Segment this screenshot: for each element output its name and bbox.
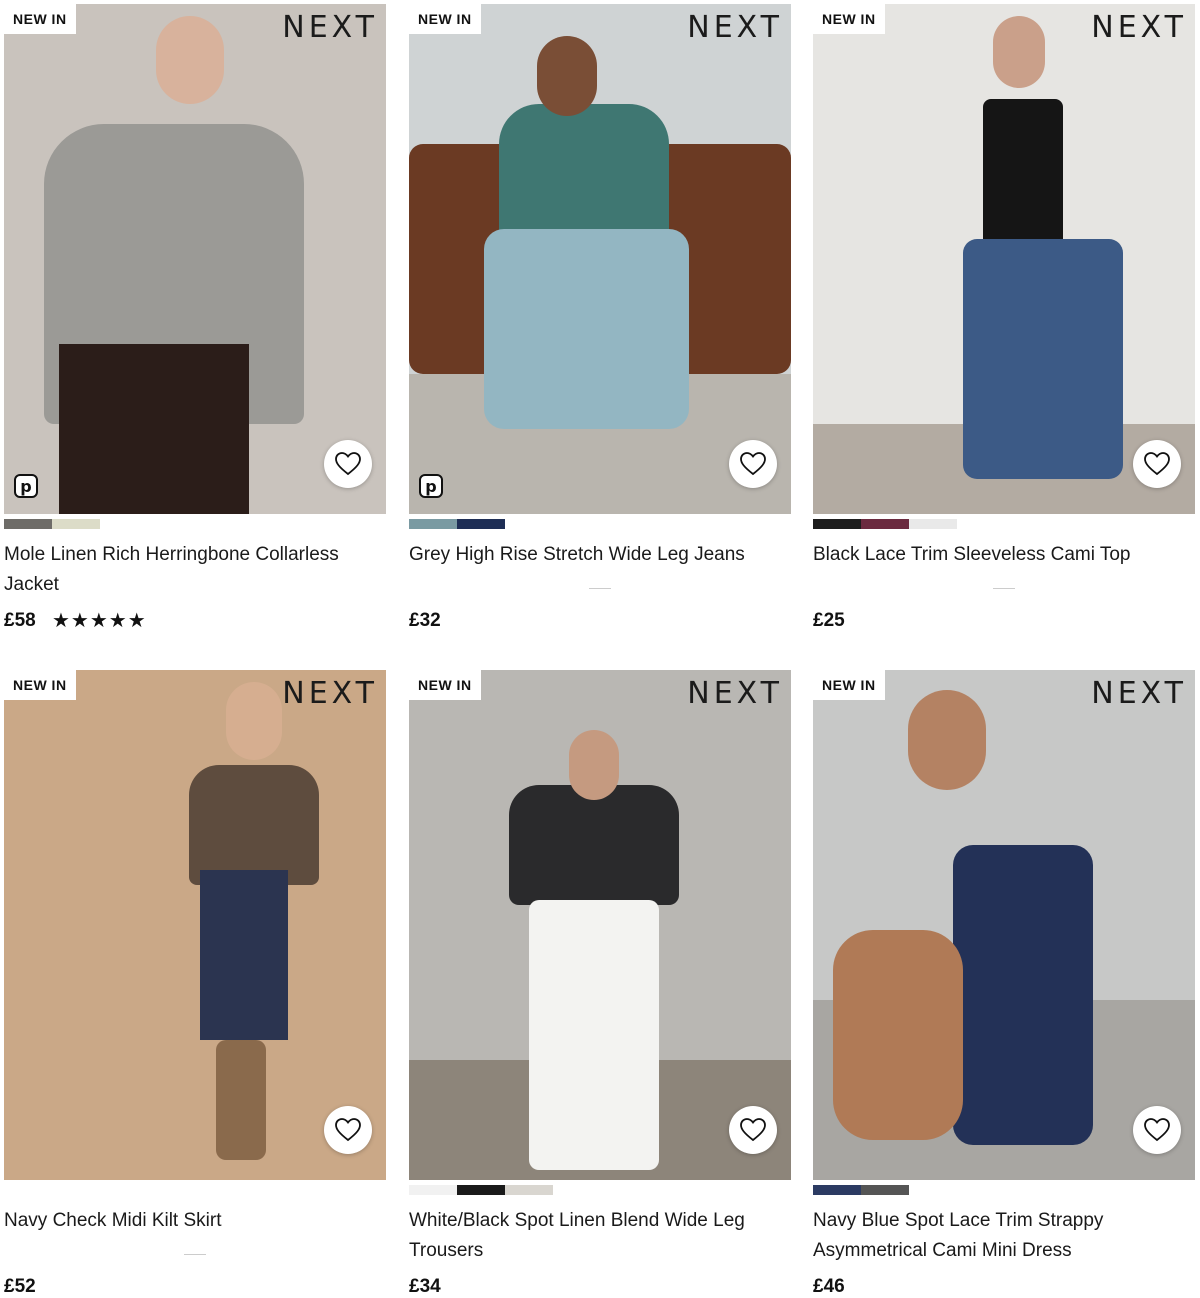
product-title[interactable]: Black Lace Trim Sleeveless Cami Top	[813, 540, 1183, 570]
new-in-badge: NEW IN	[813, 4, 885, 34]
brand-logo: NEXT	[687, 676, 783, 711]
new-in-badge: NEW IN	[409, 4, 481, 34]
swatch[interactable]	[409, 1185, 457, 1195]
colour-swatches[interactable]	[813, 1185, 909, 1195]
trousers-shape	[59, 344, 249, 514]
heart-icon	[740, 1118, 766, 1142]
swatch[interactable]	[505, 1185, 553, 1195]
swatch[interactable]	[909, 519, 957, 529]
product-price: £34	[409, 1276, 441, 1297]
product-card[interactable]: NEW IN NEXT Navy Check Midi Kilt Skirt £…	[4, 670, 386, 1297]
colour-swatches[interactable]	[409, 1185, 553, 1195]
heart-icon	[740, 452, 766, 476]
product-title[interactable]: White/Black Spot Linen Blend Wide Leg Tr…	[409, 1206, 779, 1266]
swatch[interactable]	[409, 519, 457, 529]
head-shape	[993, 16, 1045, 88]
favourite-button[interactable]	[1133, 440, 1181, 488]
divider	[993, 588, 1015, 589]
brand-logo: NEXT	[687, 10, 783, 45]
product-price: £25	[813, 610, 845, 631]
product-image[interactable]: NEW IN NEXT	[4, 670, 386, 1180]
favourite-button[interactable]	[324, 1106, 372, 1154]
head-shape	[908, 690, 986, 790]
swatch[interactable]	[813, 519, 861, 529]
divider	[589, 588, 611, 589]
skirt-shape	[200, 870, 288, 1040]
product-image[interactable]: NEW IN NEXT p	[4, 4, 386, 514]
heart-icon	[335, 1118, 361, 1142]
head-shape	[569, 730, 619, 800]
brand-logo: NEXT	[282, 676, 378, 711]
partner-badge-icon: p	[419, 474, 443, 498]
colour-swatches[interactable]	[4, 519, 100, 529]
swatch[interactable]	[861, 1185, 909, 1195]
colour-swatches[interactable]	[813, 519, 957, 529]
brand-logo: NEXT	[1091, 10, 1187, 45]
partner-badge-icon: p	[14, 474, 38, 498]
head-shape	[226, 682, 282, 760]
new-in-badge: NEW IN	[4, 670, 76, 700]
new-in-badge: NEW IN	[813, 670, 885, 700]
product-card[interactable]: NEW IN NEXT Black Lace Trim Sleeveless C…	[813, 4, 1195, 631]
product-title[interactable]: Navy Blue Spot Lace Trim Strappy Asymmet…	[813, 1206, 1183, 1266]
cami-shape	[983, 99, 1063, 249]
divider	[184, 1254, 206, 1255]
swatch[interactable]	[457, 519, 505, 529]
jeans-shape	[963, 239, 1123, 479]
favourite-button[interactable]	[729, 440, 777, 488]
favourite-button[interactable]	[324, 440, 372, 488]
product-price: £32	[409, 610, 441, 631]
jeans-shape	[484, 229, 689, 429]
product-card[interactable]: NEW IN NEXT p Grey High Rise Stretch Wid…	[409, 4, 791, 631]
swatch[interactable]	[4, 519, 52, 529]
heart-icon	[1144, 452, 1170, 476]
legs-shape	[833, 930, 963, 1140]
product-price: £46	[813, 1276, 845, 1297]
boots-shape	[216, 1040, 266, 1160]
rating-stars: ★★★★★	[52, 610, 147, 632]
head-shape	[537, 36, 597, 116]
dress-shape	[953, 845, 1093, 1145]
product-image[interactable]: NEW IN NEXT	[813, 670, 1195, 1180]
brand-logo: NEXT	[1091, 676, 1187, 711]
product-image[interactable]: NEW IN NEXT	[409, 670, 791, 1180]
product-image[interactable]: NEW IN NEXT p	[409, 4, 791, 514]
product-image[interactable]: NEW IN NEXT	[813, 4, 1195, 514]
new-in-badge: NEW IN	[409, 670, 481, 700]
product-card[interactable]: NEW IN NEXT White/Black Spot Linen Blend…	[409, 670, 791, 1297]
favourite-button[interactable]	[1133, 1106, 1181, 1154]
swatch[interactable]	[813, 1185, 861, 1195]
brand-logo: NEXT	[282, 10, 378, 45]
product-title[interactable]: Mole Linen Rich Herringbone Collarless J…	[4, 540, 374, 600]
favourite-button[interactable]	[729, 1106, 777, 1154]
product-price: £58	[4, 610, 36, 631]
product-price: £52	[4, 1276, 36, 1297]
product-title[interactable]: Navy Check Midi Kilt Skirt	[4, 1206, 374, 1236]
trousers-shape	[529, 900, 659, 1170]
colour-swatches[interactable]	[409, 519, 505, 529]
head-shape	[156, 16, 224, 104]
heart-icon	[1144, 1118, 1170, 1142]
product-card[interactable]: NEW IN NEXT Navy Blue Spot Lace Trim Str…	[813, 670, 1195, 1297]
sweater-shape	[189, 765, 319, 885]
product-card[interactable]: NEW IN NEXT p Mole Linen Rich Herringbon…	[4, 4, 386, 632]
swatch[interactable]	[457, 1185, 505, 1195]
swatch[interactable]	[52, 519, 100, 529]
bomber-jacket-shape	[509, 785, 679, 905]
swatch[interactable]	[861, 519, 909, 529]
product-title[interactable]: Grey High Rise Stretch Wide Leg Jeans	[409, 540, 779, 570]
new-in-badge: NEW IN	[4, 4, 76, 34]
heart-icon	[335, 452, 361, 476]
